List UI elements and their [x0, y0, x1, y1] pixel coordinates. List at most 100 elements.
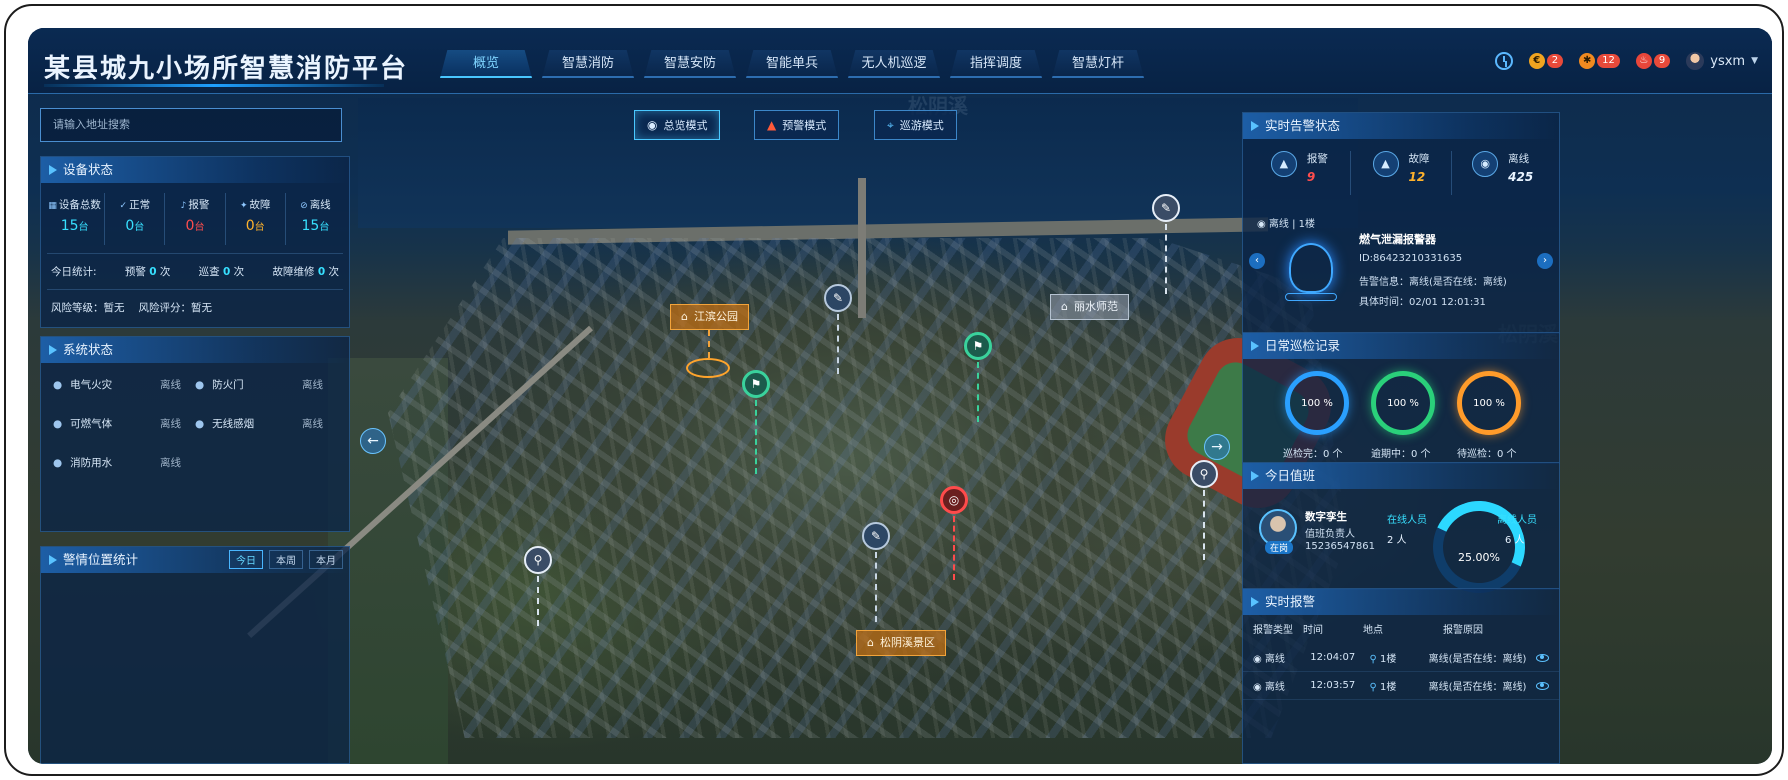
online-count: 2 人 [1387, 535, 1407, 546]
tab-month[interactable]: 本月 [309, 550, 343, 569]
gas-detector-icon [1289, 243, 1333, 293]
bullet-icon: ● [53, 379, 63, 391]
gear-alert-badge[interactable]: ✱ 12 [1579, 53, 1620, 69]
alarm-card[interactable]: ◉ 离线 | 1楼 燃气泄漏报警器 ID:86423210331635 告警信息… [1249, 209, 1553, 317]
warning-icon: ▲ [1270, 151, 1297, 177]
tab-today[interactable]: 今日 [229, 550, 263, 569]
column-header: 时间 [1303, 625, 1323, 636]
eye-icon[interactable] [1535, 653, 1549, 662]
inspection-panel: 日常巡检记录 100 % 100 % 100 % 巡检完：0 个 逾期中：0 个… [1242, 332, 1560, 464]
offline-icon: ◉ [1253, 654, 1265, 665]
user-menu[interactable]: ysxm ▼ [1686, 52, 1758, 70]
chevron-left-icon[interactable]: ‹ [1249, 253, 1265, 269]
alarm-place: 1楼 [1379, 682, 1397, 693]
map-label-scenic[interactable]: ⌂ 松阴溪景区 [856, 630, 946, 656]
alert-label: 故障 [1408, 153, 1430, 165]
system-item[interactable]: ● 无线感烟 离线 [195, 416, 337, 431]
map-label-text: 丽水师范 [1073, 300, 1118, 313]
on-duty-tag: 在岗 [1265, 541, 1294, 554]
system-item[interactable]: ● 消防用水 离线 [53, 455, 195, 470]
tag-marker-icon[interactable]: ✎ [1152, 194, 1180, 222]
inspection-ring-done: 100 % [1285, 371, 1349, 435]
bullet-icon: ● [53, 457, 63, 469]
map-next-button[interactable]: → [1204, 434, 1230, 460]
nav-tab-command[interactable]: 指挥调度 [950, 50, 1042, 78]
nav-tab-smart-soldier[interactable]: 智能单兵 [746, 50, 838, 78]
bullet-icon: ● [195, 418, 205, 430]
alert-count-fault[interactable]: ▲ 故障 12 [1351, 151, 1453, 195]
today-stats: 今日统计: 预警 0 次 巡查 0 次 故障维修 0 次 [41, 262, 349, 281]
system-name: 无线感烟 [212, 418, 255, 430]
target-ring [686, 358, 730, 378]
column-header: 报警原因 [1443, 625, 1483, 636]
pin-icon: ⚲ [1369, 682, 1380, 693]
nav-tab-overview[interactable]: 概览 [440, 50, 532, 78]
warning-mode-button[interactable]: ▲ 预警模式 [754, 110, 840, 140]
address-search-input[interactable]: 请输入地址搜索 [40, 108, 342, 142]
clock-icon[interactable] [1494, 52, 1513, 70]
hydrant-marker-icon[interactable]: ⚑ [742, 370, 770, 398]
table-row[interactable]: ◉ 离线 12:03:57 ⚲ 1楼 离线(是否在线：离线) [1243, 672, 1559, 700]
alert-label: 报警 [1306, 153, 1328, 165]
stat-total: ▦ 设备总数 15台 [45, 193, 106, 245]
location-icon: ⌖ [887, 117, 894, 132]
map-prev-button[interactable]: ← [360, 428, 386, 454]
nav-tab-smart-pole[interactable]: 智慧灯杆 [1052, 50, 1144, 78]
alarm-location-panel: 警情位置统计 今日 本周 本月 [40, 546, 350, 764]
school-icon: ⌂ [1061, 300, 1068, 313]
system-item[interactable]: ● 可燃气体 离线 [53, 416, 195, 431]
panel-title: 日常巡检记录 [1243, 333, 1559, 359]
duty-rate: 25.00% [1458, 551, 1500, 564]
person-marker-icon[interactable]: ⚲ [524, 546, 552, 574]
today-item-label: 预警 [124, 266, 146, 278]
tour-mode-button[interactable]: ⌖ 巡游模式 [874, 110, 957, 140]
tag-marker-icon[interactable]: ✎ [824, 284, 852, 312]
alarm-row-time: 12:04:07 [1310, 652, 1356, 663]
system-status: 离线 [160, 379, 181, 391]
inspection-ring-overdue: 100 % [1371, 371, 1435, 435]
risk-score: 风险评分：暂无 [138, 302, 213, 314]
table-row[interactable]: ◉ 离线 12:04:07 ⚲ 1楼 离线(是否在线：离线) [1243, 644, 1559, 672]
nav-tab-drone-patrol[interactable]: 无人机巡逻 [848, 50, 940, 78]
alarm-time: 具体时间：02/01 12:01:31 [1359, 297, 1486, 308]
nav-tab-smart-fire[interactable]: 智慧消防 [542, 50, 634, 78]
marker-stem [837, 314, 839, 374]
duty-role: 值班负责人 [1305, 529, 1355, 540]
today-item-label: 故障维修 [272, 266, 315, 278]
chevron-right-icon[interactable]: › [1537, 253, 1553, 269]
divider [47, 289, 343, 290]
alert-count-alarm[interactable]: ▲ 报警 9 [1249, 151, 1351, 195]
alarm-marker-icon[interactable]: ◎ [940, 486, 968, 514]
alarm-place: 1楼 [1379, 654, 1397, 665]
risk-level: 风险等级：暂无 [51, 302, 125, 314]
alarm-badge[interactable]: ♨ 9 [1635, 53, 1671, 69]
system-status-panel: 系统状态 ● 电气火灾 离线 ● 防火门 离线 ● 可燃气体 离线 ● 无线感烟 离线 ● 消防用… [40, 336, 350, 532]
eye-icon[interactable] [1535, 681, 1549, 690]
alarm-status-text: 离线 [1268, 219, 1289, 230]
marker-stem [953, 516, 955, 580]
warning-icon: ▲ [1372, 151, 1399, 177]
nav-tab-smart-security[interactable]: 智慧安防 [644, 50, 736, 78]
coin-badge[interactable]: € 2 [1528, 53, 1564, 69]
overview-mode-button[interactable]: ◉ 总览模式 [634, 110, 721, 140]
system-item[interactable]: ● 防火门 离线 [195, 377, 337, 392]
map-label-park[interactable]: ⌂ 江滨公园 [670, 304, 749, 330]
tag-marker-icon[interactable]: ✎ [862, 522, 890, 550]
map-label-school[interactable]: ⌂ 丽水师范 [1050, 294, 1129, 320]
system-item[interactable]: ● 电气火灾 离线 [53, 377, 195, 392]
offline-icon: ⊘ [300, 201, 308, 211]
road [858, 178, 866, 318]
today-item-value: 0 [223, 266, 231, 278]
tab-week[interactable]: 本周 [269, 550, 303, 569]
stat-unit: 台 [254, 222, 265, 233]
wrench-icon: ✦ [239, 201, 248, 211]
person-marker-icon[interactable]: ⚲ [1190, 460, 1218, 488]
gas-detector-base [1285, 293, 1337, 301]
bell-icon: ♪ [180, 201, 187, 211]
alert-count-offline[interactable]: ◉ 离线 425 [1452, 151, 1553, 195]
hydrant-marker-icon[interactable]: ⚑ [964, 332, 992, 360]
inspection-ring-pending: 100 % [1457, 371, 1521, 435]
mode-label: 总览模式 [663, 119, 708, 132]
mode-label: 预警模式 [782, 119, 827, 132]
alarm-icon: ♨ [1635, 53, 1652, 69]
